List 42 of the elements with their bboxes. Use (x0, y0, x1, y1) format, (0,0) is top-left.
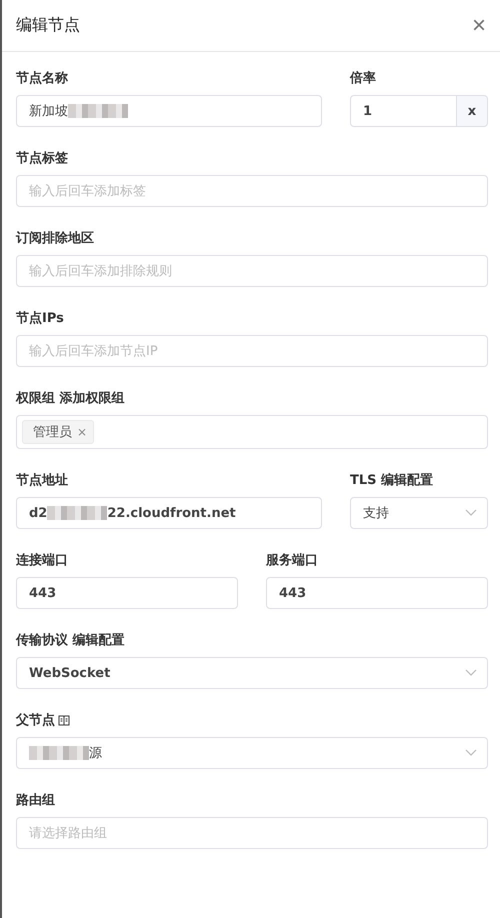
field-label: 节点标签 (16, 150, 68, 167)
select-field[interactable]: 源 (16, 737, 488, 769)
text-field[interactable]: 输入后回车添加标签 (16, 175, 488, 207)
field-label: 权限组 添加权限组 (16, 390, 125, 407)
field-label: 父节点 (16, 712, 55, 729)
select-value: WebSocket (29, 666, 110, 680)
select-field[interactable]: 支持 (350, 497, 488, 529)
chevron-down-icon (465, 669, 477, 677)
field-value: d2 (29, 506, 48, 520)
field-label: TLS 编辑配置 (350, 472, 434, 489)
text-field[interactable]: 443 (16, 577, 238, 609)
field-label: 倍率 (350, 70, 376, 87)
unit-button[interactable]: x (456, 95, 488, 127)
field-label: 连接端口 (16, 552, 68, 569)
field-label: 路由组 (16, 792, 55, 809)
number-field[interactable]: 1 (350, 95, 456, 127)
text-field[interactable]: 新加坡 (16, 95, 322, 127)
text-field[interactable]: d2 22.cloudfront.net (16, 497, 322, 529)
select-value: 支持 (363, 505, 389, 522)
field-label: 服务端口 (266, 552, 318, 569)
select-field[interactable]: WebSocket (16, 657, 488, 689)
field-value: 新加坡 (29, 103, 68, 120)
field-value: 源 (89, 745, 102, 762)
field-label: 节点地址 (16, 472, 68, 489)
field-label: 节点名称 (16, 70, 68, 87)
text-field[interactable]: 请选择路由组 (16, 817, 488, 849)
drawer-title: 编辑节点 (16, 15, 80, 36)
blurred-text (29, 746, 89, 760)
field-value: 22.cloudfront.net (107, 506, 236, 520)
chevron-down-icon (465, 749, 477, 757)
chevron-down-icon (465, 509, 477, 517)
tag-field[interactable]: 管理员 × (16, 415, 488, 449)
blurred-text (68, 104, 128, 118)
text-field[interactable]: 443 (266, 577, 488, 609)
close-button[interactable]: × (472, 14, 486, 38)
tag-label: 管理员 (33, 424, 72, 441)
text-field[interactable]: 输入后回车添加排除规则 (16, 255, 488, 287)
field-label: 订阅排除地区 (16, 230, 94, 247)
field-label: 传输协议 编辑配置 (16, 632, 125, 649)
blurred-text (47, 506, 108, 520)
text-field[interactable]: 输入后回车添加节点IP (16, 335, 488, 367)
field-label: 节点IPs (16, 310, 64, 327)
